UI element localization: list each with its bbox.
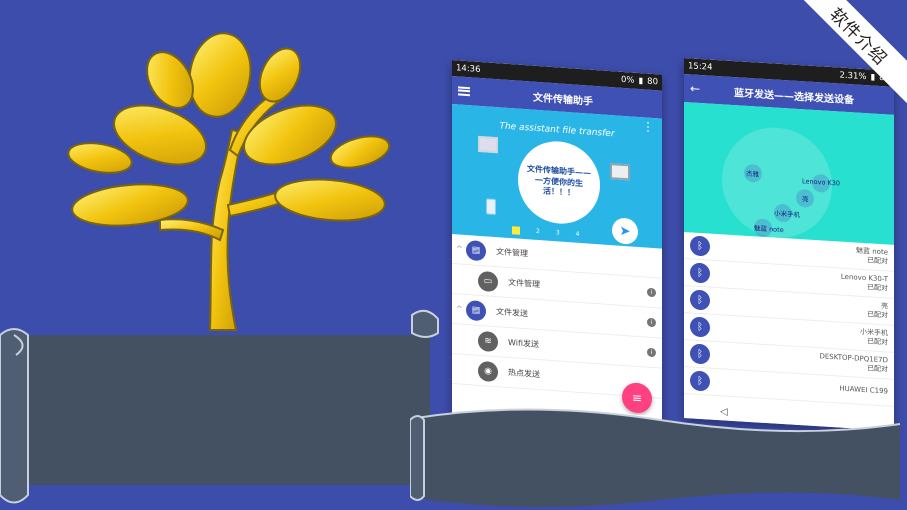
menu-icon[interactable] [458, 85, 470, 96]
golden-tree-illustration [67, 32, 391, 331]
chevron-up-icon: ^ [456, 244, 463, 254]
device-list: ᛒ 魅蓝 note 已配对 ᛒ Lenovo K30-T 已配对 ᛒ 亮已配对 ᛒ … [684, 232, 894, 407]
info-icon[interactable]: i [647, 317, 656, 328]
hero-banner: ⋮ The assistant file transfer 文件传输助手——一方… [452, 104, 662, 249]
more-options-icon[interactable]: ⋮ [642, 119, 654, 134]
page-dot-active[interactable] [512, 226, 520, 235]
radar-scan-view: 杰雅 Lenovo K30 亮 小米手机 魅蓝 note [684, 102, 894, 245]
bluetooth-icon: ᛒ [690, 262, 710, 284]
hotspot-icon: ◉ [478, 360, 498, 382]
status-battery: 80 [647, 76, 658, 88]
bluetooth-icon: ᛒ [690, 370, 710, 392]
bluetooth-icon: ᛒ [690, 235, 710, 257]
hero-badge: 文件传输助手——一方便你的生活！！！ [518, 138, 600, 227]
page-dot[interactable]: 3 [556, 229, 560, 237]
status-time: 14:36 [456, 63, 481, 75]
wifi-icon: ≋ [478, 330, 498, 352]
back-arrow-icon[interactable]: ← [690, 81, 700, 96]
status-time: 15:24 [688, 61, 713, 73]
list-item-label: Wifi发送 [508, 337, 539, 350]
radar-device-label: 杰雅 [746, 169, 759, 179]
folder-icon: ▭ [478, 270, 498, 292]
chevron-up-icon: ^ [456, 304, 463, 314]
file-icon: ▤ [466, 239, 486, 261]
info-icon[interactable]: i [647, 347, 656, 358]
battery-icon: ▮ [870, 72, 876, 83]
left-scroll-banner [0, 309, 439, 504]
page-dot[interactable]: 4 [576, 231, 580, 239]
radar-device-label: 小米手机 [774, 209, 800, 220]
file-send-icon: ▤ [466, 299, 486, 321]
send-plane-icon: ➤ [612, 217, 638, 246]
phone-bluetooth-send: 15:24 2.31% ▮ 87 ← 蓝牙发送——选择发送设备 杰雅 Lenov… [684, 58, 894, 431]
status-signal: 0% [620, 74, 635, 86]
bluetooth-icon: ᛒ [690, 289, 710, 311]
status-signal: 2.31% [839, 70, 867, 83]
menu-list: ^ ▤ 文件管理 ▭ 文件管理 i ^ ▤ 文件发送 i ≋ Wifi发送 i … [452, 234, 662, 399]
phone-device-icon [486, 198, 496, 216]
page-indicator: 2 3 4 [512, 226, 579, 239]
radar-device-label: 魅蓝 note [754, 224, 784, 235]
laptop-icon [478, 135, 498, 154]
info-icon[interactable]: i [647, 287, 656, 298]
list-item-label: 文件管理 [496, 247, 528, 259]
right-scroll-banner [410, 408, 901, 508]
list-item-label: 文件管理 [508, 277, 540, 290]
page-dot[interactable]: 2 [536, 228, 540, 236]
phone-file-transfer: 14:36 0% ▮ 80 文件传输助手 ⋮ The assistant fil… [452, 60, 662, 435]
list-item-label: 文件发送 [496, 307, 528, 319]
battery-icon: ▮ [638, 76, 644, 87]
monitor-icon [610, 163, 630, 181]
corner-ribbon-text: 软件介绍 [825, 4, 891, 70]
bluetooth-icon: ᛒ [690, 343, 710, 365]
radar-device-label: 亮 [802, 195, 809, 204]
bluetooth-icon: ᛒ [690, 316, 710, 338]
